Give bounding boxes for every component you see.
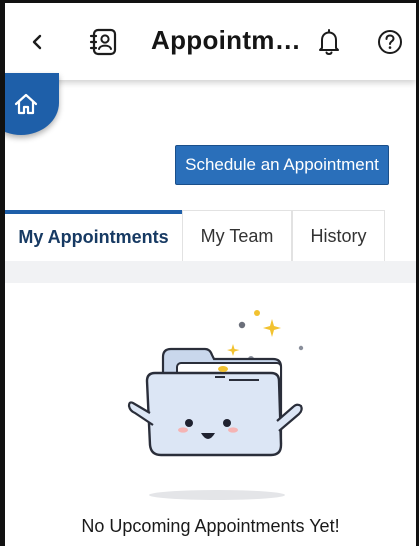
home-button[interactable]	[5, 73, 59, 135]
appointment-tabs: My Appointments My Team History	[5, 210, 385, 261]
bell-icon	[319, 29, 339, 55]
help-circle-icon	[378, 30, 402, 54]
help-button[interactable]	[368, 25, 412, 59]
chevron-left-icon	[32, 34, 42, 50]
top-app-bar: Appointm…	[5, 3, 416, 80]
home-icon	[14, 93, 38, 115]
tab-my-appointments[interactable]: My Appointments	[5, 210, 182, 261]
tab-content-divider	[5, 261, 416, 283]
contacts-button[interactable]	[83, 25, 125, 59]
app-frame: Appointm… Schedule an Appointment My App…	[0, 0, 419, 546]
page-title: Appointm…	[151, 25, 302, 55]
back-button[interactable]	[23, 25, 53, 59]
tab-my-team[interactable]: My Team	[182, 210, 292, 261]
notifications-button[interactable]	[307, 25, 351, 59]
empty-folder-illustration	[127, 310, 304, 500]
empty-state-message: No Upcoming Appointments Yet!	[81, 516, 340, 536]
tab-history[interactable]: History	[292, 210, 385, 261]
contacts-book-icon	[89, 28, 117, 56]
schedule-appointment-button[interactable]: Schedule an Appointment	[175, 145, 389, 185]
